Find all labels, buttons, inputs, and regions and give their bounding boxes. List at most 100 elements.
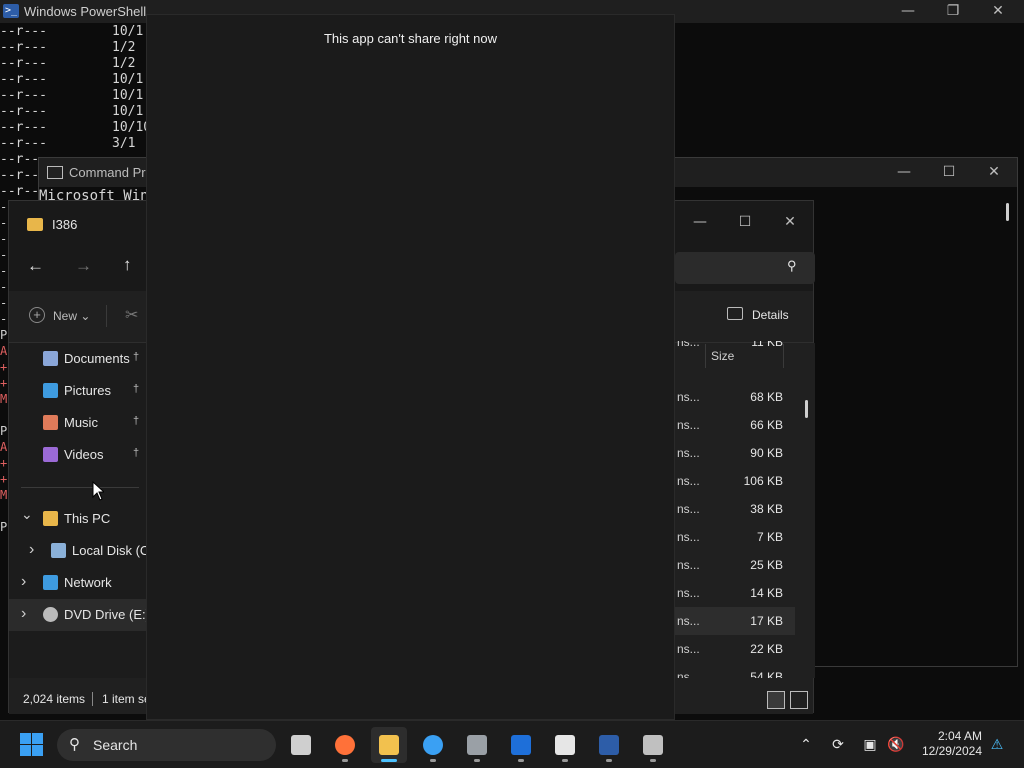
close-button[interactable]: ✕ <box>975 0 1021 23</box>
sidebar-item-videos[interactable]: Videos † <box>9 439 147 471</box>
minimize-button[interactable]: — <box>677 211 723 234</box>
item-count: 2,024 items <box>23 692 86 706</box>
file-row[interactable]: ns... 90 KB <box>675 439 795 467</box>
file-size: 17 KB <box>750 614 783 628</box>
tiles-view-icon[interactable] <box>790 691 808 709</box>
chevron-right-icon[interactable]: › <box>21 573 26 591</box>
taskbar-app-7zip[interactable] <box>547 727 583 763</box>
powershell-edge-char: - <box>0 216 8 230</box>
file-explorer-icon <box>379 735 399 755</box>
chevron-down-icon[interactable]: ⌄ <box>21 506 33 523</box>
search-input[interactable]: ⚲ <box>675 252 815 284</box>
file-type: ns... <box>677 530 700 544</box>
details-button[interactable]: Details <box>752 308 789 322</box>
file-row[interactable]: ns... 17 KB <box>675 607 795 635</box>
powershell-icon: >_ <box>3 4 19 18</box>
powershell-edge-char: M <box>0 392 8 406</box>
sidebar-item-pictures[interactable]: Pictures † <box>9 375 147 407</box>
powershell-edge-char: P <box>0 328 8 342</box>
chevron-right-icon[interactable]: › <box>29 541 34 559</box>
taskbar-app-command-prompt[interactable] <box>635 727 671 763</box>
powershell-ise-icon <box>511 735 531 755</box>
file-mode: --r--- <box>0 72 47 87</box>
documents-icon <box>43 351 58 366</box>
back-arrow-icon[interactable]: ← <box>27 256 44 276</box>
file-row[interactable]: ns... 14 KB <box>675 579 795 607</box>
notification-bell-icon[interactable]: ⚠ <box>986 733 1008 755</box>
scrollbar-thumb[interactable] <box>805 400 808 418</box>
tree-item-dvd-drive[interactable]: › DVD Drive (E:) N <box>9 599 163 631</box>
file-row[interactable]: ns... 66 KB <box>675 411 795 439</box>
file-row[interactable]: ns... 11 KB <box>675 341 795 355</box>
file-mode: --r--- <box>0 40 47 55</box>
taskbar-app-internet-explorer[interactable] <box>415 727 451 763</box>
file-type: ns... <box>677 418 700 432</box>
maximize-button[interactable]: ☐ <box>926 161 972 184</box>
pin-icon: † <box>133 415 140 427</box>
powershell-edge-char: - <box>0 312 8 326</box>
tree-item-network[interactable]: › Network <box>9 567 147 599</box>
file-row[interactable]: ns... 22 KB <box>675 635 795 663</box>
sidebar-item-documents[interactable]: Documents † <box>9 343 147 375</box>
file-size: 38 KB <box>750 502 783 516</box>
scrollbar-thumb[interactable] <box>1006 203 1009 221</box>
powershell-edge-char: + <box>0 472 8 486</box>
maximize-button[interactable]: ❐ <box>930 0 976 23</box>
powershell-edge-char: - <box>0 248 8 262</box>
sidebar-item-music[interactable]: Music † <box>9 407 147 439</box>
minimize-button[interactable]: — <box>885 0 931 23</box>
close-button[interactable]: ✕ <box>971 161 1017 184</box>
up-arrow-icon[interactable]: ↑ <box>123 255 132 275</box>
taskbar-search-label: Search <box>93 737 138 753</box>
running-indicator <box>562 759 568 762</box>
taskbar-app-firefox[interactable] <box>327 727 363 763</box>
dvd-drive-icon <box>43 607 58 622</box>
taskbar-app-phone-app[interactable] <box>459 727 495 763</box>
powershell-output-line: --r--- 1/2 <box>0 40 135 55</box>
file-row[interactable]: ns... 25 KB <box>675 551 795 579</box>
file-row[interactable]: ns... 7 KB <box>675 523 795 551</box>
chevron-right-icon[interactable]: › <box>21 605 26 623</box>
taskbar-app-powershell[interactable] <box>591 727 627 763</box>
file-date: 10/1 <box>112 104 144 119</box>
plus-icon: + <box>29 307 45 323</box>
file-mode: --r--- <box>0 24 47 39</box>
pin-icon: † <box>133 351 140 363</box>
search-icon: ⚲ <box>69 736 80 753</box>
powershell-edge-char: - <box>0 280 8 294</box>
cut-icon[interactable]: ✂ <box>125 305 138 325</box>
new-button[interactable]: New ⌄ <box>53 309 90 323</box>
start-button[interactable] <box>20 733 44 757</box>
toolbar-divider <box>106 305 107 327</box>
forward-arrow-icon[interactable]: → <box>75 256 92 276</box>
taskbar-app-file-explorer[interactable] <box>371 727 407 763</box>
file-mode: --r--- <box>0 120 47 135</box>
volume-muted-icon[interactable]: 🔇 <box>885 733 907 755</box>
powershell-edge-char: P <box>0 424 8 438</box>
tree-item-local-disk[interactable]: › Local Disk (C:) <box>9 535 157 567</box>
powershell-icon <box>599 735 619 755</box>
file-row[interactable]: ns... 38 KB <box>675 495 795 523</box>
file-row[interactable]: ns... 68 KB <box>675 383 795 411</box>
details-view-icon[interactable] <box>767 691 785 709</box>
close-button[interactable]: ✕ <box>767 211 813 234</box>
clock[interactable]: 2:04 AM 12/29/2024 <box>912 729 982 759</box>
tree-item-label: Local Disk (C:) <box>72 543 158 558</box>
powershell-edge-char: - <box>0 232 8 246</box>
maximize-button[interactable]: ☐ <box>722 211 768 234</box>
taskbar-app-powershell-ise[interactable] <box>503 727 539 763</box>
file-type: ns... <box>677 474 700 488</box>
running-indicator <box>430 759 436 762</box>
minimize-button[interactable]: — <box>881 161 927 184</box>
taskbar-search-box[interactable]: ⚲ Search <box>57 729 276 761</box>
taskbar-app-task-view[interactable] <box>283 727 319 763</box>
file-size: 25 KB <box>750 558 783 572</box>
chevron-up-icon[interactable]: ⌃ <box>795 733 817 755</box>
file-row[interactable]: ns... 106 KB <box>675 467 795 495</box>
sidebar-item-label: Documents <box>64 351 130 366</box>
network-icon[interactable]: ▣ <box>859 733 881 755</box>
sync-icon[interactable]: ⟳ <box>827 733 849 755</box>
tree-item-this-pc[interactable]: ⌄ This PC <box>9 503 147 535</box>
powershell-edge-char: M <box>0 488 8 502</box>
running-indicator <box>381 759 397 762</box>
